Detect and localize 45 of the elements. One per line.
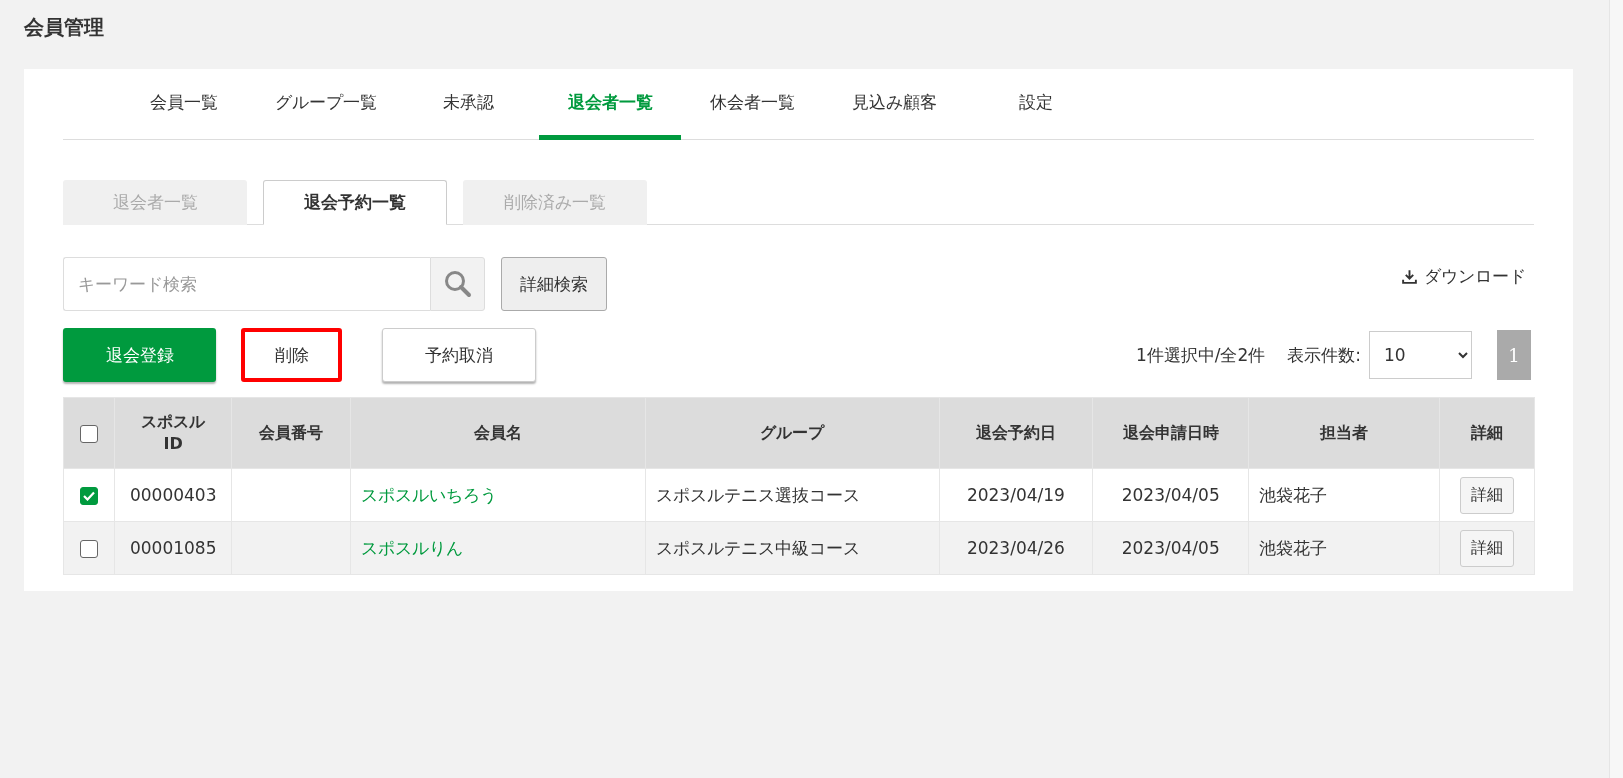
table-cell: 池袋花子 xyxy=(1259,484,1328,505)
table-cell: 00000403 xyxy=(129,485,217,505)
nav-tab[interactable]: 休会者一覧 xyxy=(681,69,823,140)
column-header: 会員番号 xyxy=(257,422,324,444)
download-link[interactable]: ダウンロード xyxy=(1401,265,1526,288)
column-header: 担当者 xyxy=(1318,422,1370,444)
search-icon xyxy=(442,269,473,299)
action-button[interactable]: 削除 xyxy=(241,328,342,382)
column-header: 退会申請日時 xyxy=(1121,422,1220,444)
detail-button[interactable]: 詳細 xyxy=(1459,529,1514,567)
table-cell: スポスルテニス中級コース xyxy=(656,537,861,558)
checkbox[interactable] xyxy=(80,540,99,558)
table-cell: 00001085 xyxy=(129,538,217,558)
checkbox[interactable] xyxy=(80,424,99,443)
nav-tab[interactable]: 退会者一覧 xyxy=(539,69,681,140)
selection-summary: 1件選択中/全2件 xyxy=(1135,343,1266,367)
column-header: 退会予約日 xyxy=(974,422,1057,444)
nav-tab[interactable]: 見込み顧客 xyxy=(823,69,965,140)
table-cell: 池袋花子 xyxy=(1259,537,1328,558)
nav-tab[interactable]: グループ一覧 xyxy=(255,69,397,140)
detail-button[interactable]: 詳細 xyxy=(1459,476,1514,514)
member-name-link[interactable]: スポスルいちろう xyxy=(360,484,497,505)
action-button[interactable]: 退会登録 xyxy=(63,328,216,382)
column-header: 会員名 xyxy=(472,422,523,444)
search-field[interactable]: キーワード検索 xyxy=(63,257,430,311)
nav-tab[interactable]: 未承認 xyxy=(397,69,539,140)
table-cell: 2023/04/26 xyxy=(966,538,1065,558)
action-button[interactable]: 予約取消 xyxy=(382,328,536,382)
page-size-label: 表示件数: xyxy=(1287,343,1361,367)
table-cell: 2023/04/05 xyxy=(1121,538,1220,558)
table-cell: 2023/04/19 xyxy=(966,485,1065,505)
page-size-select[interactable]: 10 xyxy=(1369,331,1472,379)
column-header: スポスル ID xyxy=(140,411,207,455)
page-title: 会員管理 xyxy=(24,14,105,41)
column-header: 詳細 xyxy=(1469,422,1504,444)
advanced-search-button[interactable]: 詳細検索 xyxy=(501,257,607,311)
search-button[interactable] xyxy=(430,257,485,311)
checkbox[interactable] xyxy=(80,487,99,505)
download-icon xyxy=(1401,268,1418,285)
sub-tab[interactable]: 退会予約一覧 xyxy=(263,180,447,225)
table-cell: スポスルテニス選抜コース xyxy=(656,484,861,505)
column-header: グループ xyxy=(759,422,826,444)
nav-tab[interactable]: 設定 xyxy=(965,69,1107,140)
table-cell: 2023/04/05 xyxy=(1121,485,1220,505)
nav-tab[interactable]: 会員一覧 xyxy=(113,69,255,140)
